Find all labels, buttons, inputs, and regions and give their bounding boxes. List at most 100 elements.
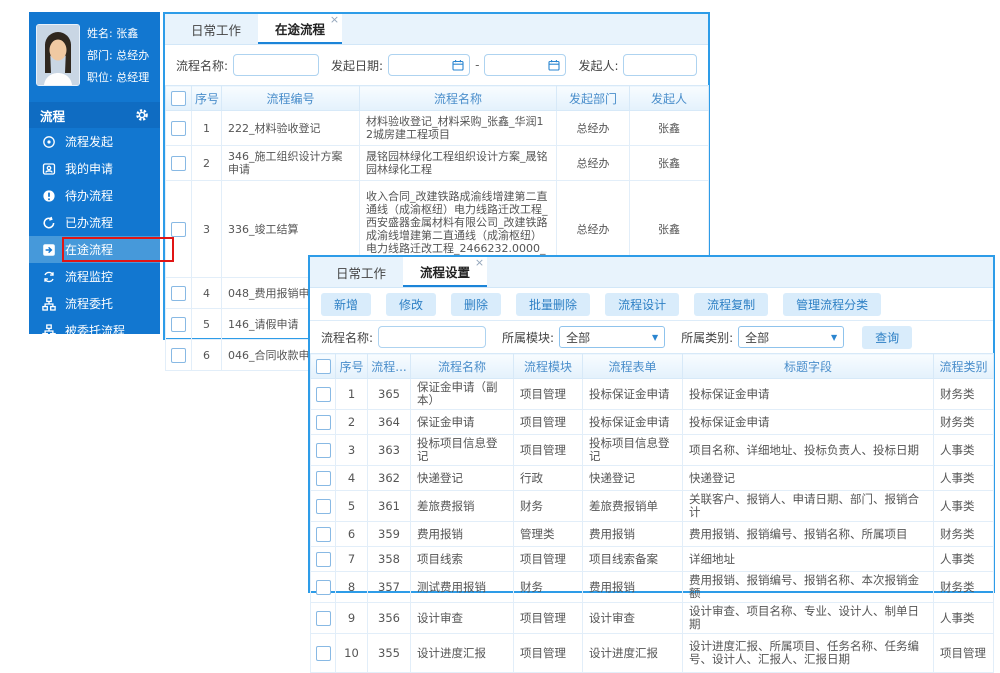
start-date-from-input[interactable] [388, 54, 470, 76]
user-department: 部门: 总经办 [87, 45, 149, 67]
cell-seq: 4 [192, 278, 222, 309]
sidebar-item-label: 流程发起 [65, 133, 113, 150]
sidebar-item-label: 流程监控 [65, 268, 113, 285]
cell-module: 项目管理 [514, 435, 583, 466]
cell-title_field: 关联客户、报销人、申请日期、部门、报销合计 [683, 491, 934, 522]
cell-title_field: 费用报销、报销编号、报销名称、本次报销金额 [683, 572, 934, 603]
row-checkbox[interactable] [316, 527, 331, 542]
delete-button[interactable]: 删除 [451, 293, 501, 316]
tab-daily-work[interactable]: 日常工作 [319, 257, 403, 287]
row-checkbox[interactable] [316, 499, 331, 514]
cell-module: 项目管理 [514, 379, 583, 410]
category-label: 所属类别: [681, 329, 733, 346]
cell-seq: 8 [336, 572, 368, 603]
settings-gear-icon[interactable] [135, 108, 149, 122]
row-checkbox[interactable] [316, 471, 331, 486]
initiator-input[interactable] [623, 54, 697, 76]
row-checkbox[interactable] [171, 286, 186, 301]
cell-name: 材料验收登记_材料采购_张鑫_华润12城房建工程项目 [360, 111, 557, 146]
row-checkbox[interactable] [316, 443, 331, 458]
start-date-to-input[interactable] [484, 54, 566, 76]
cell-code: 358 [368, 547, 411, 572]
cell-category: 财务类 [934, 522, 994, 547]
cell-seq: 3 [192, 181, 222, 278]
sitemap-icon [42, 297, 56, 311]
cell-module: 项目管理 [514, 634, 583, 673]
sidebar-section-title: 流程 [40, 106, 65, 125]
tab-label: 在途流程 [275, 19, 325, 38]
row-checkbox[interactable] [316, 580, 331, 595]
row-checkbox[interactable] [316, 646, 331, 661]
row-checkbox[interactable] [316, 552, 331, 567]
cell-category: 人事类 [934, 603, 994, 634]
sidebar-item-todo-processes[interactable]: 待办流程 [29, 182, 160, 209]
process-design-button[interactable]: 流程设计 [605, 293, 679, 316]
cell-form: 投标保证金申请 [583, 379, 683, 410]
row-checkbox[interactable] [316, 387, 331, 402]
process-name-input[interactable] [233, 54, 319, 76]
tab-in-transit-processes[interactable]: 在途流程 × [258, 14, 342, 44]
cell-module: 财务 [514, 572, 583, 603]
cell-name: 设计进度汇报 [411, 634, 514, 673]
module-select[interactable]: 全部 ▼ [559, 326, 665, 348]
search-button[interactable]: 查询 [862, 326, 912, 349]
cell-code: 222_材料验收登记 [222, 111, 360, 146]
cell-name: 保证金申请 [411, 410, 514, 435]
window-process-settings: 日常工作 流程设置 × 新增 修改 删除 批量删除 流程设计 流程复制 管理流程… [308, 255, 995, 593]
add-button[interactable]: 新增 [321, 293, 371, 316]
sidebar-item-done-processes[interactable]: 已办流程 [29, 209, 160, 236]
sidebar-item-in-transit-processes[interactable]: 在途流程 [29, 236, 160, 263]
row-checkbox[interactable] [171, 121, 186, 136]
column-header: 流程编号 [222, 86, 360, 111]
select-all-checkbox[interactable] [171, 91, 186, 106]
row-checkbox[interactable] [316, 415, 331, 430]
cell-module: 管理类 [514, 522, 583, 547]
column-header: 发起人 [630, 86, 709, 111]
module-label: 所属模块: [502, 329, 554, 346]
cell-title_field: 投标保证金申请 [683, 379, 934, 410]
cell-code: 363 [368, 435, 411, 466]
sitemap-icon [42, 324, 56, 338]
row-checkbox[interactable] [171, 156, 186, 171]
tab-process-settings[interactable]: 流程设置 × [403, 257, 487, 287]
sidebar-section-header: 流程 [29, 102, 160, 128]
batch-delete-button[interactable]: 批量删除 [516, 293, 590, 316]
row-checkbox[interactable] [171, 222, 186, 237]
column-header: 流程名称 [411, 354, 514, 379]
cell-seq: 9 [336, 603, 368, 634]
cell-category: 人事类 [934, 466, 994, 491]
cell-seq: 3 [336, 435, 368, 466]
close-icon[interactable]: × [475, 257, 484, 268]
row-checkbox[interactable] [171, 348, 186, 363]
process-settings-table: 序号 流程... 流程名称 流程模块 流程表单 标题字段 流程类别 1365保证… [310, 353, 994, 673]
cell-form: 费用报销 [583, 522, 683, 547]
cell-category: 项目管理 [934, 634, 994, 673]
column-header: 序号 [336, 354, 368, 379]
process-copy-button[interactable]: 流程复制 [694, 293, 768, 316]
cell-name: 测试费用报销 [411, 572, 514, 603]
table-header-row: 序号 流程编号 流程名称 发起部门 发起人 [166, 86, 709, 111]
row-checkbox[interactable] [316, 611, 331, 626]
cell-form: 投标项目信息登记 [583, 435, 683, 466]
manage-process-category-button[interactable]: 管理流程分类 [783, 293, 881, 316]
edit-button[interactable]: 修改 [386, 293, 436, 316]
cell-name: 项目线索 [411, 547, 514, 572]
sidebar-item-process-start[interactable]: 流程发起 [29, 128, 160, 155]
table-row: 3363投标项目信息登记项目管理投标项目信息登记项目名称、详细地址、投标负责人、… [311, 435, 994, 466]
tab-daily-work[interactable]: 日常工作 [174, 14, 258, 44]
calendar-icon [452, 59, 464, 71]
category-select[interactable]: 全部 ▼ [738, 326, 844, 348]
row-checkbox[interactable] [171, 317, 186, 332]
cell-seq: 7 [336, 547, 368, 572]
close-icon[interactable]: × [330, 14, 339, 25]
cell-title_field: 详细地址 [683, 547, 934, 572]
sidebar-item-process-monitor[interactable]: 流程监控 [29, 263, 160, 290]
cell-seq: 2 [336, 410, 368, 435]
select-all-checkbox[interactable] [316, 359, 331, 374]
sidebar-item-my-applications[interactable]: 我的申请 [29, 155, 160, 182]
calendar-icon [548, 59, 560, 71]
sidebar-item-process-delegation[interactable]: 流程委托 [29, 290, 160, 317]
column-header: 流程类别 [934, 354, 994, 379]
sidebar-item-delegated-processes[interactable]: 被委托流程 [29, 317, 160, 344]
process-name-input[interactable] [378, 326, 486, 348]
